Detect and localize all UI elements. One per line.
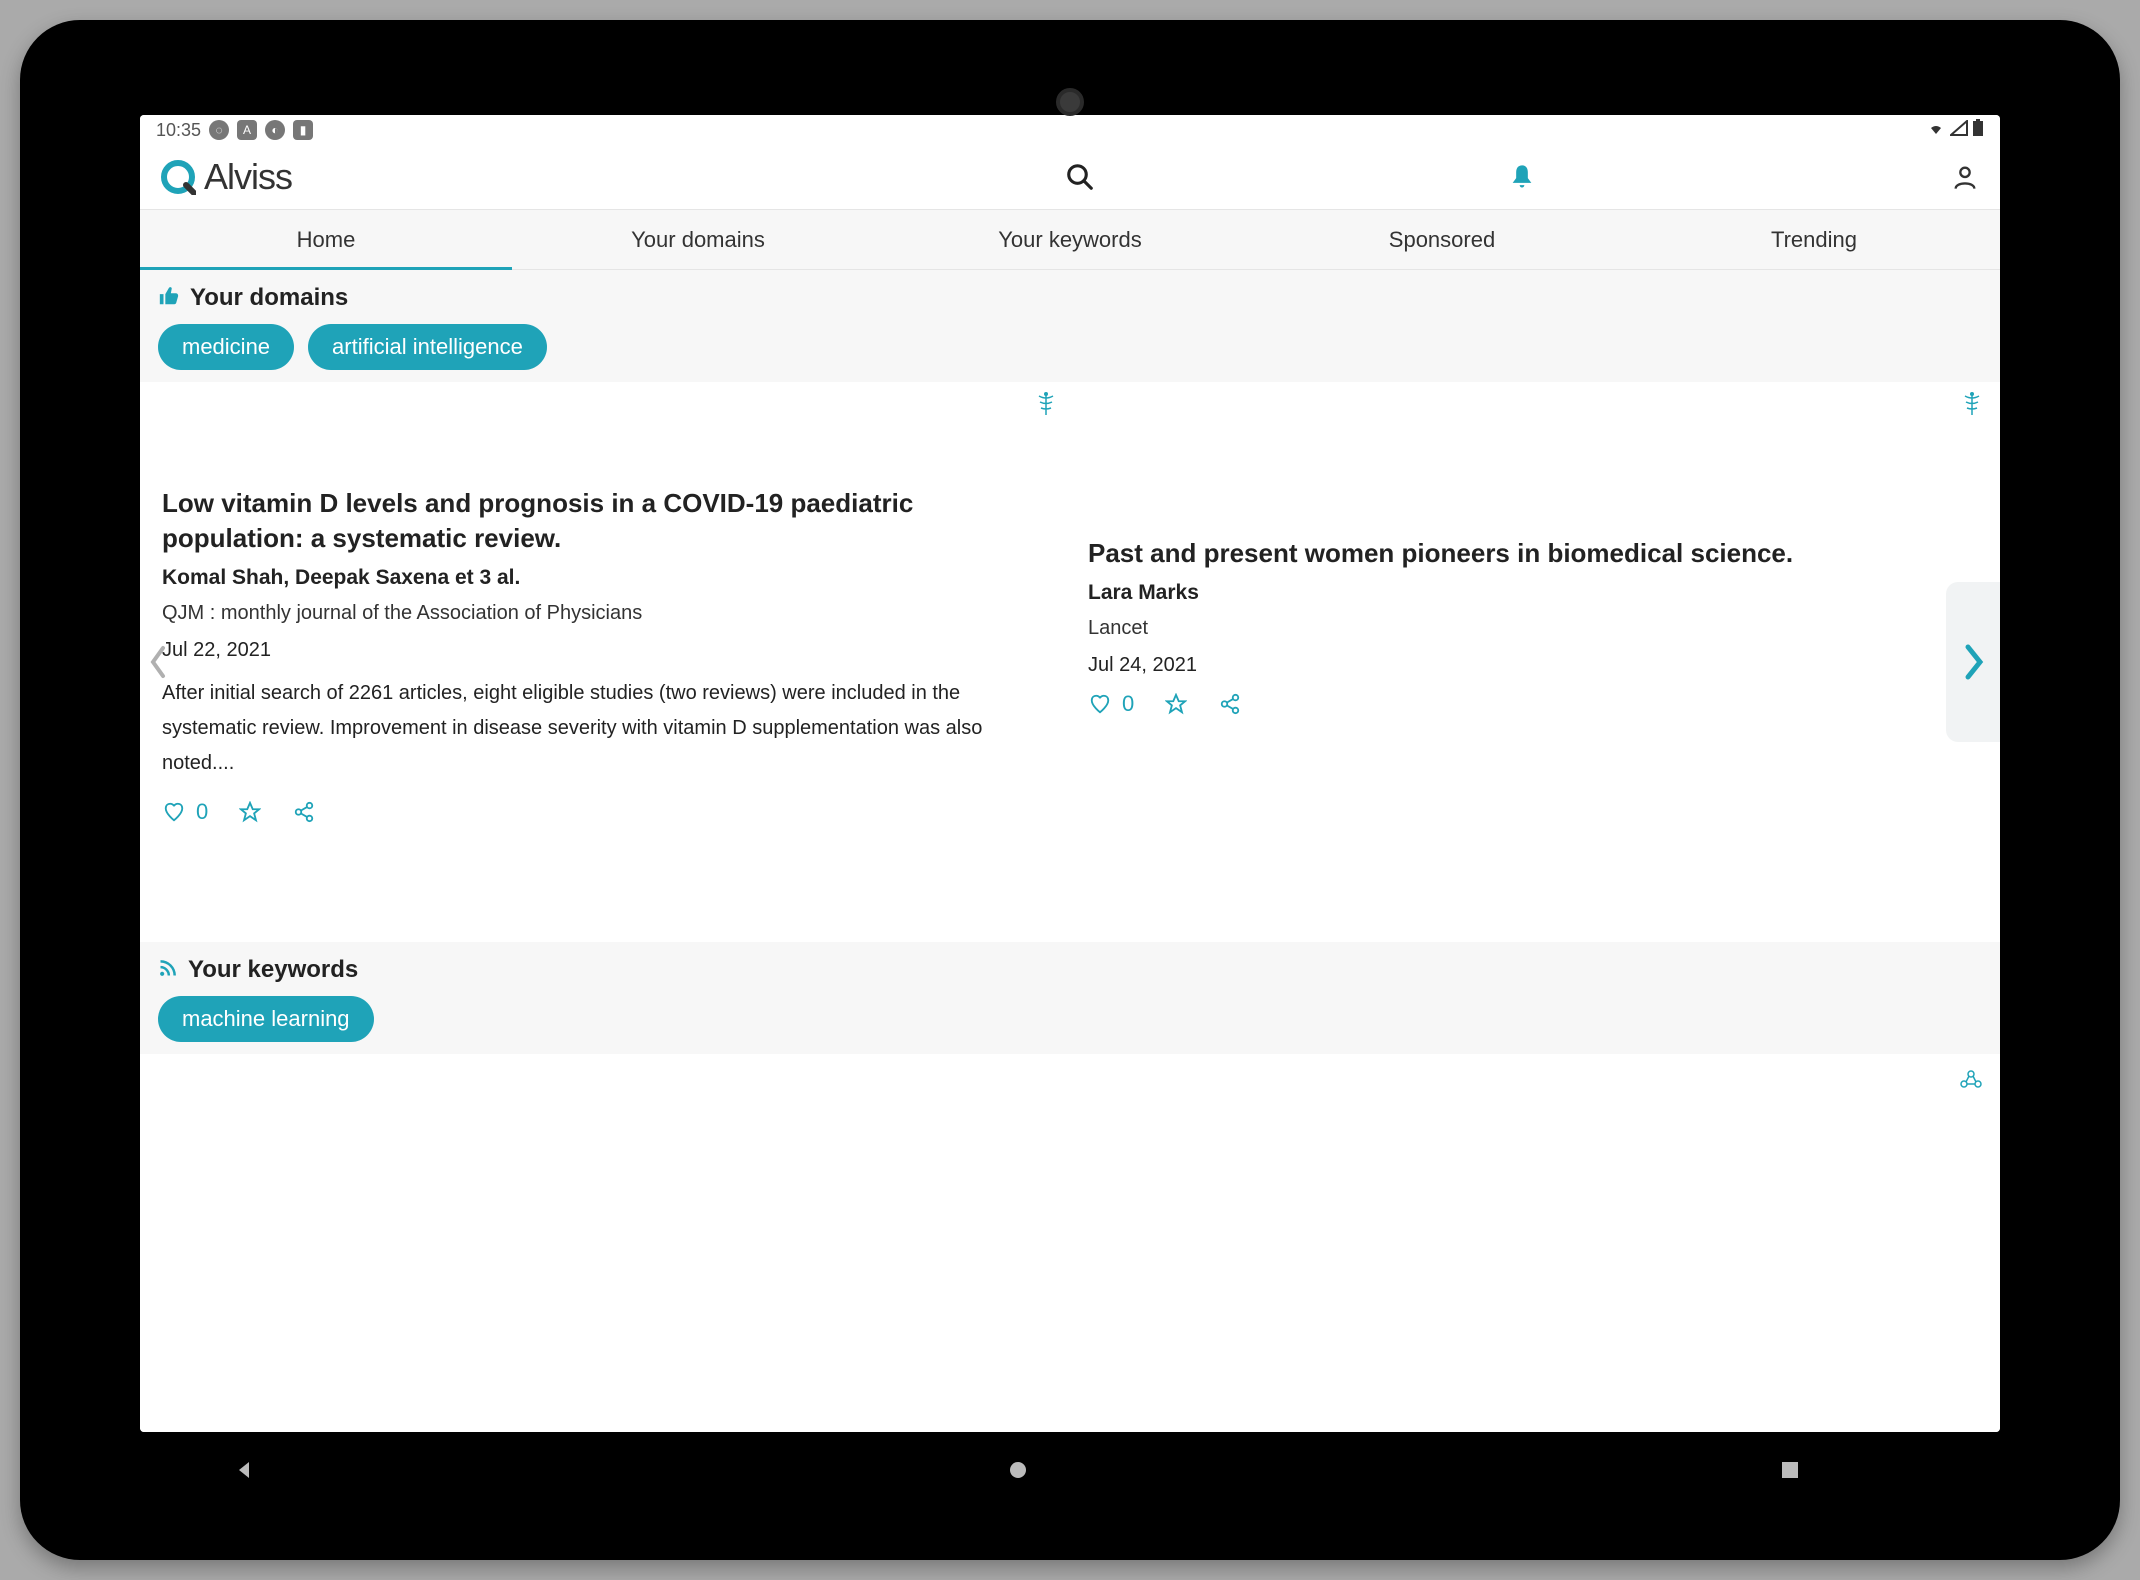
- like-button[interactable]: 0: [162, 799, 208, 825]
- brand-logo-icon: [160, 159, 196, 195]
- like-count: 0: [196, 799, 208, 825]
- rss-icon: [158, 958, 178, 983]
- article-date: Jul 22, 2021: [162, 639, 1052, 662]
- app-header: Alviss: [140, 145, 2000, 210]
- share-button[interactable]: [292, 800, 316, 824]
- status-bar: 10:35 ◌ A ◐ ▮: [140, 115, 2000, 145]
- status-app-icon-2: A: [237, 120, 257, 140]
- tablet-frame: 10:35 ◌ A ◐ ▮: [20, 20, 2120, 1560]
- status-right: [1926, 119, 1984, 142]
- domain-chips: medicine artificial intelligence: [158, 324, 1982, 370]
- heart-icon: [1088, 692, 1112, 716]
- brand[interactable]: Alviss: [160, 156, 292, 198]
- caduceus-icon: [1036, 392, 1056, 421]
- tab-trending[interactable]: Trending: [1628, 210, 2000, 269]
- network-icon: [1958, 1066, 1984, 1097]
- domains-title: Your domains: [190, 284, 348, 312]
- status-time: 10:35: [156, 120, 201, 141]
- status-app-icon-4: ▮: [293, 120, 313, 140]
- carousel-prev-button[interactable]: [140, 632, 176, 692]
- article-title: Past and present women pioneers in biome…: [1088, 536, 1978, 571]
- cards-row: Low vitamin D levels and prognosis in a …: [140, 382, 2000, 942]
- keywords-title: Your keywords: [188, 956, 358, 984]
- tab-sponsored[interactable]: Sponsored: [1256, 210, 1628, 269]
- search-icon[interactable]: [1065, 162, 1095, 192]
- keywords-section-header: Your keywords machine learning: [140, 942, 2000, 1054]
- star-button[interactable]: [238, 800, 262, 824]
- article-card[interactable]: Low vitamin D levels and prognosis in a …: [144, 382, 1070, 942]
- signal-icon: [1950, 120, 1968, 141]
- screen: 10:35 ◌ A ◐ ▮: [140, 115, 2000, 1432]
- thumbs-up-icon: [158, 285, 180, 312]
- wifi-icon: [1926, 120, 1946, 141]
- nav-back-button[interactable]: [225, 1450, 265, 1490]
- tab-your-domains[interactable]: Your domains: [512, 210, 884, 269]
- article-card[interactable]: Past and present women pioneers in biome…: [1070, 382, 1996, 942]
- tabs: Home Your domains Your keywords Sponsore…: [140, 210, 2000, 270]
- article-authors: Komal Shah, Deepak Saxena et 3 al.: [162, 566, 1052, 590]
- chip-medicine[interactable]: medicine: [158, 324, 294, 370]
- like-button[interactable]: 0: [1088, 691, 1134, 717]
- nav-home-button[interactable]: [998, 1450, 1038, 1490]
- article-journal: QJM : monthly journal of the Association…: [162, 602, 1052, 625]
- content: Your domains medicine artificial intelli…: [140, 270, 2000, 1432]
- status-app-icon-3: ◐: [265, 120, 285, 140]
- caduceus-icon: [1962, 392, 1982, 421]
- keyword-chips: machine learning: [158, 996, 1982, 1042]
- status-left: 10:35 ◌ A ◐ ▮: [156, 120, 313, 141]
- chip-artificial-intelligence[interactable]: artificial intelligence: [308, 324, 547, 370]
- tablet-camera: [1056, 88, 1084, 116]
- battery-icon: [1972, 119, 1984, 142]
- nav-recents-button[interactable]: [1770, 1450, 1810, 1490]
- star-button[interactable]: [1164, 692, 1188, 716]
- tab-home[interactable]: Home: [140, 210, 512, 269]
- article-journal: Lancet: [1088, 617, 1978, 640]
- carousel-next-button[interactable]: [1946, 582, 2000, 742]
- heart-icon: [162, 800, 186, 824]
- article-actions: 0: [1088, 691, 1978, 717]
- android-nav-bar: [140, 1440, 2000, 1500]
- share-button[interactable]: [1218, 692, 1242, 716]
- profile-icon[interactable]: [1950, 162, 1980, 192]
- article-date: Jul 24, 2021: [1088, 654, 1978, 677]
- chip-machine-learning[interactable]: machine learning: [158, 996, 374, 1042]
- status-app-icon-1: ◌: [209, 120, 229, 140]
- tab-your-keywords[interactable]: Your keywords: [884, 210, 1256, 269]
- domains-section-header: Your domains medicine artificial intelli…: [140, 270, 2000, 382]
- like-count: 0: [1122, 691, 1134, 717]
- article-actions: 0: [162, 799, 1052, 825]
- notifications-icon[interactable]: [1507, 162, 1537, 192]
- article-abstract: After initial search of 2261 articles, e…: [162, 676, 1052, 781]
- brand-name: Alviss: [204, 156, 292, 198]
- article-authors: Lara Marks: [1088, 581, 1978, 605]
- keywords-cards-row: [140, 1054, 2000, 1194]
- article-title: Low vitamin D levels and prognosis in a …: [162, 486, 1052, 556]
